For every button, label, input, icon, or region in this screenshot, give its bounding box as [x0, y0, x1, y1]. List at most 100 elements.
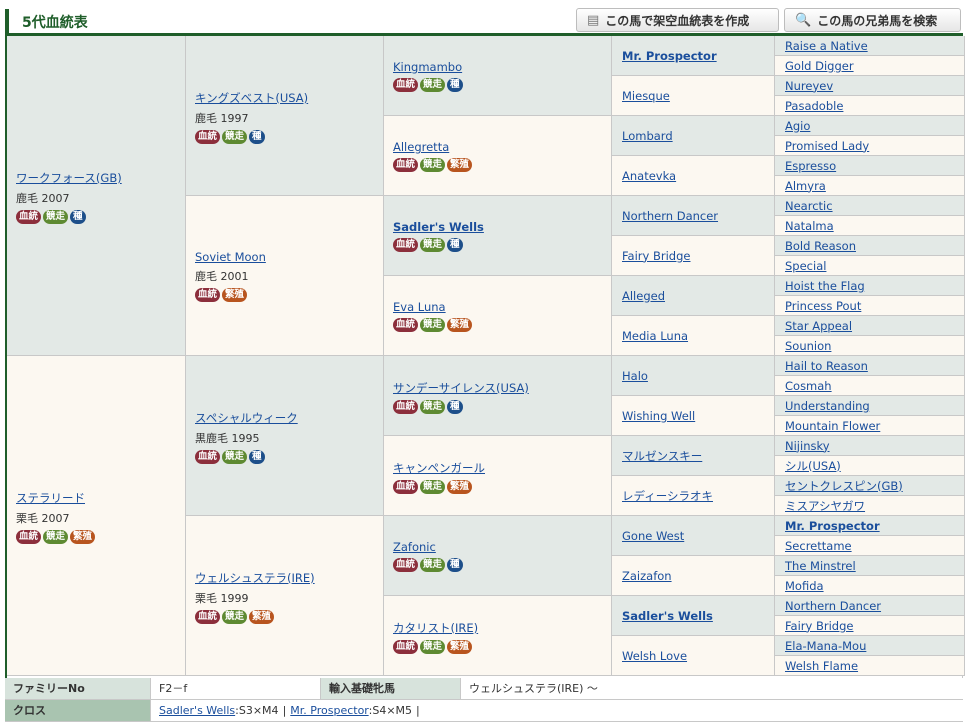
horse-name-link[interactable]: Northern Dancer: [785, 599, 881, 613]
race-record-badge[interactable]: 競走: [420, 640, 446, 654]
horse-name-link[interactable]: Lombard: [622, 129, 673, 143]
pedigree-badge[interactable]: 血統: [393, 480, 419, 494]
race-record-badge[interactable]: 競走: [222, 130, 248, 144]
race-record-badge[interactable]: 競走: [420, 238, 446, 252]
horse-name-link[interactable]: レディーシラオキ: [622, 488, 713, 504]
horse-name-link[interactable]: Nureyev: [785, 79, 833, 93]
create-fictional-pedigree-button[interactable]: ▤ この馬で架空血統表を作成: [576, 8, 779, 32]
horse-name-link[interactable]: スペシャルウィーク: [195, 410, 298, 426]
pedigree-badge[interactable]: 血統: [393, 78, 419, 92]
horse-name-link[interactable]: Soviet Moon: [195, 250, 266, 264]
stud-badge[interactable]: 種: [447, 78, 463, 92]
horse-name-link[interactable]: マルゼンスキー: [622, 448, 702, 464]
pedigree-badge[interactable]: 血統: [16, 210, 42, 224]
horse-name-link[interactable]: Nijinsky: [785, 439, 830, 453]
horse-name-link[interactable]: Wishing Well: [622, 409, 695, 423]
pedigree-badge[interactable]: 血統: [16, 530, 42, 544]
horse-name-link[interactable]: Zafonic: [393, 540, 463, 554]
horse-name-link[interactable]: ミスアシヤガワ: [785, 498, 865, 514]
horse-name-link[interactable]: Sadler's Wells: [622, 609, 713, 623]
horse-name-link[interactable]: Secrettame: [785, 539, 852, 553]
pedigree-badge[interactable]: 血統: [195, 450, 221, 464]
horse-name-link[interactable]: Special: [785, 259, 826, 273]
search-siblings-button[interactable]: 🔍 この馬の兄弟馬を検索: [784, 8, 961, 32]
stud-badge[interactable]: 種: [447, 238, 463, 252]
horse-name-link[interactable]: Star Appeal: [785, 319, 852, 333]
horse-name-link[interactable]: Northern Dancer: [622, 209, 718, 223]
horse-name-link[interactable]: Eva Luna: [393, 300, 472, 314]
horse-name-link[interactable]: Espresso: [785, 159, 836, 173]
horse-name-link[interactable]: Agio: [785, 119, 810, 133]
stud-badge[interactable]: 種: [249, 450, 265, 464]
pedigree-badge[interactable]: 血統: [195, 610, 221, 624]
pedigree-badge[interactable]: 血統: [393, 318, 419, 332]
horse-name-link[interactable]: シル(USA): [785, 458, 841, 474]
broodmare-badge[interactable]: 繁殖: [222, 288, 248, 302]
horse-name-link[interactable]: Allegretta: [393, 140, 472, 154]
stud-badge[interactable]: 種: [249, 130, 265, 144]
race-record-badge[interactable]: 競走: [420, 558, 446, 572]
race-record-badge[interactable]: 競走: [420, 78, 446, 92]
broodmare-badge[interactable]: 繁殖: [447, 158, 473, 172]
horse-name-link[interactable]: Mofida: [785, 579, 824, 593]
broodmare-badge[interactable]: 繁殖: [249, 610, 275, 624]
horse-name-link[interactable]: Ela-Mana-Mou: [785, 639, 866, 653]
pedigree-badge[interactable]: 血統: [393, 640, 419, 654]
horse-name-link[interactable]: Kingmambo: [393, 60, 463, 74]
race-record-badge[interactable]: 競走: [43, 530, 69, 544]
race-record-badge[interactable]: 競走: [420, 480, 446, 494]
horse-name-link[interactable]: Halo: [622, 369, 648, 383]
pedigree-badge[interactable]: 血統: [393, 400, 419, 414]
stud-badge[interactable]: 種: [447, 400, 463, 414]
horse-name-link[interactable]: Miesque: [622, 89, 670, 103]
pedigree-badge[interactable]: 血統: [393, 558, 419, 572]
stud-badge[interactable]: 種: [70, 210, 86, 224]
horse-name-link[interactable]: Mr. Prospector: [622, 49, 717, 63]
horse-name-link[interactable]: Sadler's Wells: [393, 220, 484, 234]
race-record-badge[interactable]: 競走: [43, 210, 69, 224]
horse-name-link[interactable]: The Minstrel: [785, 559, 856, 573]
horse-name-link[interactable]: Alleged: [622, 289, 665, 303]
race-record-badge[interactable]: 競走: [222, 610, 248, 624]
horse-name-link[interactable]: Anatevka: [622, 169, 676, 183]
horse-name-link[interactable]: Sounion: [785, 339, 831, 353]
horse-name-link[interactable]: Princess Pout: [785, 299, 861, 313]
broodmare-badge[interactable]: 繁殖: [70, 530, 96, 544]
horse-name-link[interactable]: Natalma: [785, 219, 834, 233]
pedigree-badge[interactable]: 血統: [393, 238, 419, 252]
horse-name-link[interactable]: Pasadoble: [785, 99, 843, 113]
horse-name-link[interactable]: Bold Reason: [785, 239, 856, 253]
horse-name-link[interactable]: Mr. Prospector: [785, 519, 880, 533]
horse-name-link[interactable]: カタリスト(IRE): [393, 620, 478, 636]
horse-name-link[interactable]: Almyra: [785, 179, 826, 193]
broodmare-badge[interactable]: 繁殖: [447, 480, 473, 494]
horse-name-link[interactable]: Zaizafon: [622, 569, 672, 583]
horse-name-link[interactable]: Raise a Native: [785, 39, 868, 53]
cross-horse-link[interactable]: Mr. Prospector: [290, 704, 368, 717]
horse-name-link[interactable]: セントクレスピン(GB): [785, 478, 903, 494]
race-record-badge[interactable]: 競走: [222, 450, 248, 464]
horse-name-link[interactable]: ワークフォース(GB): [16, 170, 122, 186]
horse-name-link[interactable]: Gold Digger: [785, 59, 854, 73]
horse-name-link[interactable]: Fairy Bridge: [785, 619, 853, 633]
race-record-badge[interactable]: 競走: [420, 400, 446, 414]
horse-name-link[interactable]: Welsh Love: [622, 649, 687, 663]
pedigree-badge[interactable]: 血統: [195, 288, 221, 302]
broodmare-badge[interactable]: 繁殖: [447, 640, 473, 654]
horse-name-link[interactable]: ステラリード: [16, 490, 95, 506]
horse-name-link[interactable]: Welsh Flame: [785, 659, 858, 673]
horse-name-link[interactable]: Hail to Reason: [785, 359, 868, 373]
horse-name-link[interactable]: Mountain Flower: [785, 419, 880, 433]
horse-name-link[interactable]: Cosmah: [785, 379, 832, 393]
horse-name-link[interactable]: Promised Lady: [785, 139, 869, 153]
race-record-badge[interactable]: 競走: [420, 158, 446, 172]
pedigree-badge[interactable]: 血統: [195, 130, 221, 144]
horse-name-link[interactable]: Media Luna: [622, 329, 688, 343]
horse-name-link[interactable]: Fairy Bridge: [622, 249, 690, 263]
race-record-badge[interactable]: 競走: [420, 318, 446, 332]
cross-horse-link[interactable]: Sadler's Wells: [159, 704, 235, 717]
stud-badge[interactable]: 種: [447, 558, 463, 572]
horse-name-link[interactable]: Understanding: [785, 399, 870, 413]
horse-name-link[interactable]: Hoist the Flag: [785, 279, 865, 293]
horse-name-link[interactable]: Nearctic: [785, 199, 833, 213]
